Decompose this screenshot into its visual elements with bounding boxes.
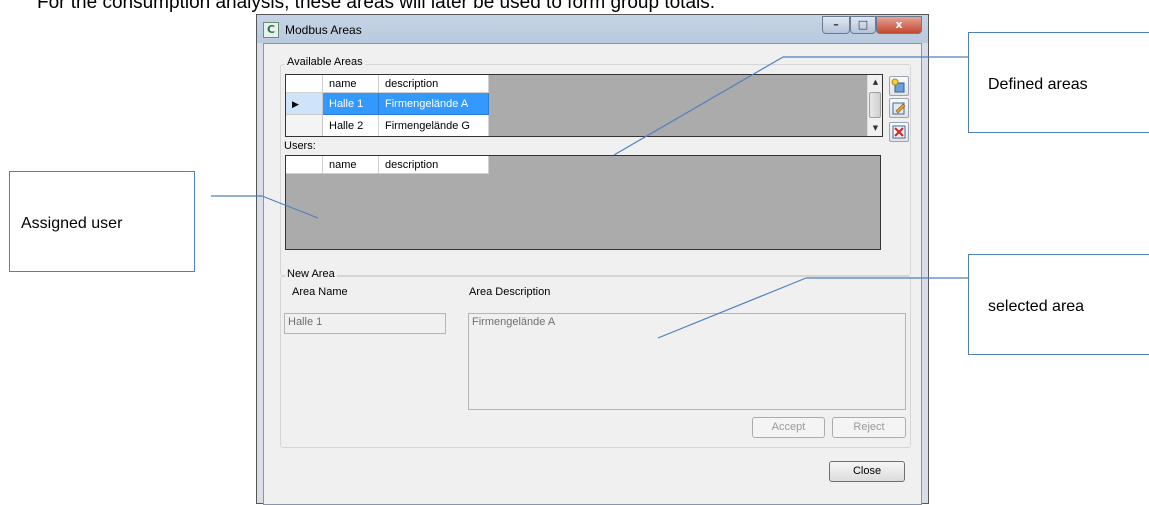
callout-selected-area: selected area [968, 254, 1149, 355]
accept-button[interactable]: Accept [752, 417, 825, 438]
new-area-label: New Area [285, 268, 337, 280]
app-icon: C [263, 22, 279, 38]
users-column-header-description[interactable]: description [379, 156, 489, 174]
minimize-button[interactable]: – [822, 16, 850, 34]
modbus-areas-window: C Modbus Areas – □ x Available Areas nam… [256, 14, 929, 505]
available-areas-grid[interactable]: name description ▶ Halle 1 Firmengelände… [285, 74, 883, 137]
grid-corner [286, 75, 323, 93]
row-header[interactable] [286, 115, 323, 136]
reject-button[interactable]: Reject [832, 417, 906, 438]
scroll-up-icon[interactable]: ▲ [868, 75, 882, 90]
area-name-input[interactable]: Halle 1 [284, 313, 446, 334]
edit-area-button[interactable] [889, 98, 909, 118]
delete-icon [892, 125, 906, 139]
close-window-button[interactable]: x [876, 16, 922, 34]
scroll-down-icon[interactable]: ▼ [868, 121, 882, 136]
grid-corner [286, 156, 323, 174]
window-client-area: Available Areas name description ▶ Halle… [263, 43, 922, 505]
vertical-scrollbar[interactable]: ▲ ▼ [867, 75, 882, 136]
available-areas-label: Available Areas [285, 56, 365, 68]
table-row-name[interactable]: Halle 2 [323, 115, 379, 136]
window-title: Modbus Areas [285, 23, 362, 37]
table-row-description[interactable]: Firmengelände G [379, 115, 489, 136]
column-header-name[interactable]: name [323, 75, 379, 93]
area-description-label: Area Description [469, 286, 551, 298]
delete-area-button[interactable] [889, 122, 909, 142]
row-pointer-icon[interactable]: ▶ [286, 93, 323, 115]
edit-icon [892, 102, 906, 115]
area-name-label: Area Name [292, 286, 348, 298]
scroll-thumb[interactable] [869, 92, 881, 118]
table-row-name[interactable]: Halle 1 [323, 93, 379, 115]
callout-defined-areas: Defined areas [968, 32, 1149, 133]
column-header-description[interactable]: description [379, 75, 489, 93]
users-label: Users: [284, 140, 316, 152]
add-area-button[interactable] [889, 76, 909, 96]
document-intro-text: For the consumption analysis, these area… [37, 0, 716, 13]
users-grid[interactable]: name description [285, 155, 881, 250]
table-row-description[interactable]: Firmengelände A [379, 93, 489, 115]
callout-assigned-user: Assigned user [9, 171, 195, 272]
add-icon [891, 78, 905, 93]
area-description-input[interactable]: Firmengelände A [468, 313, 906, 410]
close-button[interactable]: Close [829, 461, 905, 482]
users-column-header-name[interactable]: name [323, 156, 379, 174]
maximize-button[interactable]: □ [850, 16, 876, 34]
